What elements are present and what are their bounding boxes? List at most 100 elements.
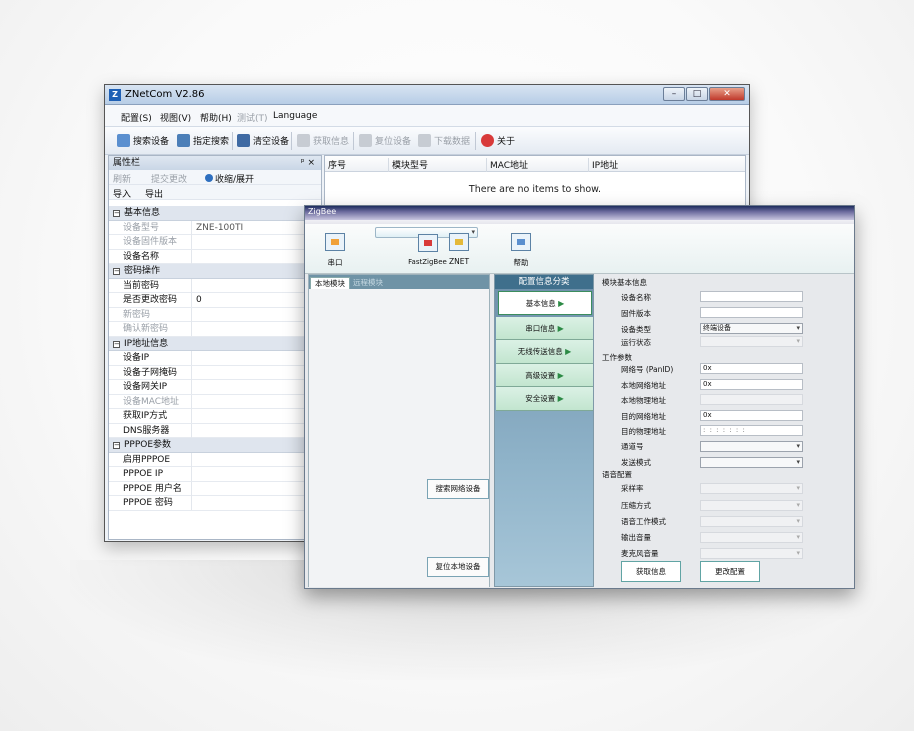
prop-row[interactable]: 当前密码 xyxy=(109,278,321,293)
search-device-button[interactable]: 搜索设备 xyxy=(117,134,169,147)
label-voice-mode: 语音工作模式 xyxy=(621,517,666,526)
specify-search-button[interactable]: 指定搜索 xyxy=(177,134,229,147)
compression-select[interactable] xyxy=(700,500,803,511)
label-device-type: 设备类型 xyxy=(621,325,651,334)
prop-row[interactable]: 设备MAC地址 xyxy=(109,394,321,409)
menu-help[interactable]: 帮助(H) xyxy=(200,111,232,124)
toolbar-separator xyxy=(475,132,476,150)
import-button[interactable]: 导入 xyxy=(113,187,131,200)
prop-row[interactable]: 设备固件版本 xyxy=(109,235,321,250)
prop-row[interactable]: PPPOE 密码 xyxy=(109,496,321,511)
column-mac[interactable]: MAC地址 xyxy=(487,158,589,172)
menu-config[interactable]: 配置(S) xyxy=(121,111,152,124)
config-category-panel: 配置信息分类 基本信息 ▶ 串口信息 ▶ 无线传送信息 ▶ 高级设置 ▶ 安全设… xyxy=(494,274,594,587)
arrow-right-icon: ▶ xyxy=(565,347,572,356)
list-header: 序号 模块型号 MAC地址 IP地址 xyxy=(325,156,745,172)
column-ip[interactable]: IP地址 xyxy=(589,158,746,172)
label-local-net-addr: 本地网络地址 xyxy=(621,381,666,390)
reset-device-button[interactable]: 复位设备 xyxy=(359,134,411,147)
get-info-button[interactable]: 获取信息 xyxy=(297,134,349,147)
arrow-right-icon: ▶ xyxy=(557,323,564,333)
prop-row[interactable]: 设备IP xyxy=(109,351,321,366)
group-pppoe[interactable]: − PPPOE参数 xyxy=(109,438,321,453)
refresh-button[interactable]: 刷新 xyxy=(113,172,131,185)
ribbon-serial-button[interactable]: 串口 xyxy=(313,227,357,273)
prop-row[interactable]: 设备子网掩码 xyxy=(109,365,321,380)
voice-mode-select[interactable] xyxy=(700,516,803,527)
firmware-field[interactable] xyxy=(700,307,803,318)
collapse-expand-button[interactable]: 收缩/展开 xyxy=(205,172,254,185)
submit-changes-button[interactable]: 提交更改 xyxy=(151,172,187,185)
nav-wireless-info[interactable]: 无线传送信息 ▶ xyxy=(496,340,593,364)
pin-icon[interactable]: ᵖ × xyxy=(301,156,315,170)
group-password[interactable]: − 密码操作 xyxy=(109,264,321,279)
device-type-select[interactable]: 终端设备 xyxy=(700,323,803,334)
label-pan-id: 网络号 (PanID) xyxy=(621,365,674,374)
globe-icon xyxy=(205,174,213,182)
ribbon-znet-button[interactable]: ZNET xyxy=(437,227,481,273)
nav-security-settings[interactable]: 安全设置 ▶ xyxy=(496,387,593,411)
modify-config-button[interactable]: 更改配置 xyxy=(700,561,760,582)
run-state-select[interactable] xyxy=(700,336,803,347)
config-category-title: 配置信息分类 xyxy=(495,275,593,289)
send-mode-select[interactable] xyxy=(700,457,803,468)
export-button[interactable]: 导出 xyxy=(145,187,163,200)
label-run-state: 运行状态 xyxy=(621,338,651,347)
nav-serial-info[interactable]: 串口信息 ▶ xyxy=(496,316,593,340)
pan-id-field[interactable]: 0x xyxy=(700,363,803,374)
get-info-button[interactable]: 获取信息 xyxy=(621,561,681,582)
prop-row[interactable]: 设备网关IP xyxy=(109,380,321,395)
minimize-button[interactable]: – xyxy=(663,87,685,101)
local-phys-addr-field[interactable] xyxy=(700,394,803,405)
dest-phys-addr-field[interactable]: : : : : : : : xyxy=(700,425,803,436)
reset-local-button[interactable]: 复位本地设备 xyxy=(427,557,489,577)
local-net-addr-field[interactable]: 0x xyxy=(700,379,803,390)
column-index[interactable]: 序号 xyxy=(325,158,389,172)
mic-volume-select[interactable] xyxy=(700,548,803,559)
label-channel: 通道号 xyxy=(621,442,644,451)
zigbee-title-bar: ZigBee xyxy=(305,206,854,220)
info-icon xyxy=(297,134,310,147)
ribbon-help-button[interactable]: 帮助 xyxy=(499,227,543,273)
zigbee-window: ZigBee 串口 FastZigBee ZNET 帮助 xyxy=(304,205,855,589)
close-button[interactable]: ✕ xyxy=(709,87,745,101)
menu-view[interactable]: 视图(V) xyxy=(160,111,191,124)
prop-row[interactable]: 设备名称 xyxy=(109,249,321,264)
download-data-button[interactable]: 下载数据 xyxy=(418,134,470,147)
about-button[interactable]: 关于 xyxy=(481,134,515,147)
toolbar: 搜索设备 指定搜索 清空设备 获取信息 复位设备 下载数据 关于 xyxy=(105,127,749,155)
section-work-title: 工作参数 xyxy=(602,353,632,362)
label-dest-phys-addr: 目的物理地址 xyxy=(621,427,666,436)
collapse-box-icon: − xyxy=(113,209,120,217)
sample-rate-select[interactable] xyxy=(700,483,803,494)
app-icon: Z xyxy=(109,89,121,101)
prop-row[interactable]: PPPOE 用户名 xyxy=(109,481,321,496)
column-model[interactable]: 模块型号 xyxy=(389,158,487,172)
tab-remote-module[interactable]: 远程模块 xyxy=(349,277,387,289)
group-basic-info[interactable]: − 基本信息 xyxy=(109,206,321,221)
menu-language[interactable]: Language xyxy=(273,111,317,121)
prop-row[interactable]: 确认新密码 xyxy=(109,322,321,337)
prop-row[interactable]: 是否更改密码 0 xyxy=(109,293,321,308)
prop-row[interactable]: 获取IP方式 xyxy=(109,409,321,424)
prop-row[interactable]: 新密码 xyxy=(109,307,321,322)
prop-row[interactable]: 启用PPPOE xyxy=(109,452,321,467)
dest-net-addr-field[interactable]: 0x xyxy=(700,410,803,421)
search-network-button[interactable]: 搜索网络设备 xyxy=(427,479,489,499)
nav-basic-info[interactable]: 基本信息 ▶ xyxy=(498,291,592,315)
output-volume-select[interactable] xyxy=(700,532,803,543)
nav-advanced-settings[interactable]: 高级设置 ▶ xyxy=(496,363,593,387)
prop-row[interactable]: DNS服务器 xyxy=(109,423,321,438)
label-dest-net-addr: 目的网络地址 xyxy=(621,412,666,421)
prop-row[interactable]: PPPOE IP xyxy=(109,467,321,482)
device-name-field[interactable] xyxy=(700,291,803,302)
toolbar-separator xyxy=(232,132,233,150)
maximize-button[interactable]: □ xyxy=(686,87,708,101)
label-device-name: 设备名称 xyxy=(621,293,651,302)
channel-select[interactable] xyxy=(700,441,803,452)
tab-local-module[interactable]: 本地模块 xyxy=(310,277,350,289)
menu-test[interactable]: 测试(T) xyxy=(237,111,268,124)
clear-devices-button[interactable]: 清空设备 xyxy=(237,134,289,147)
group-ip-info[interactable]: − IP地址信息 xyxy=(109,336,321,351)
prop-row[interactable]: 设备型号 ZNE-100TI xyxy=(109,220,321,235)
